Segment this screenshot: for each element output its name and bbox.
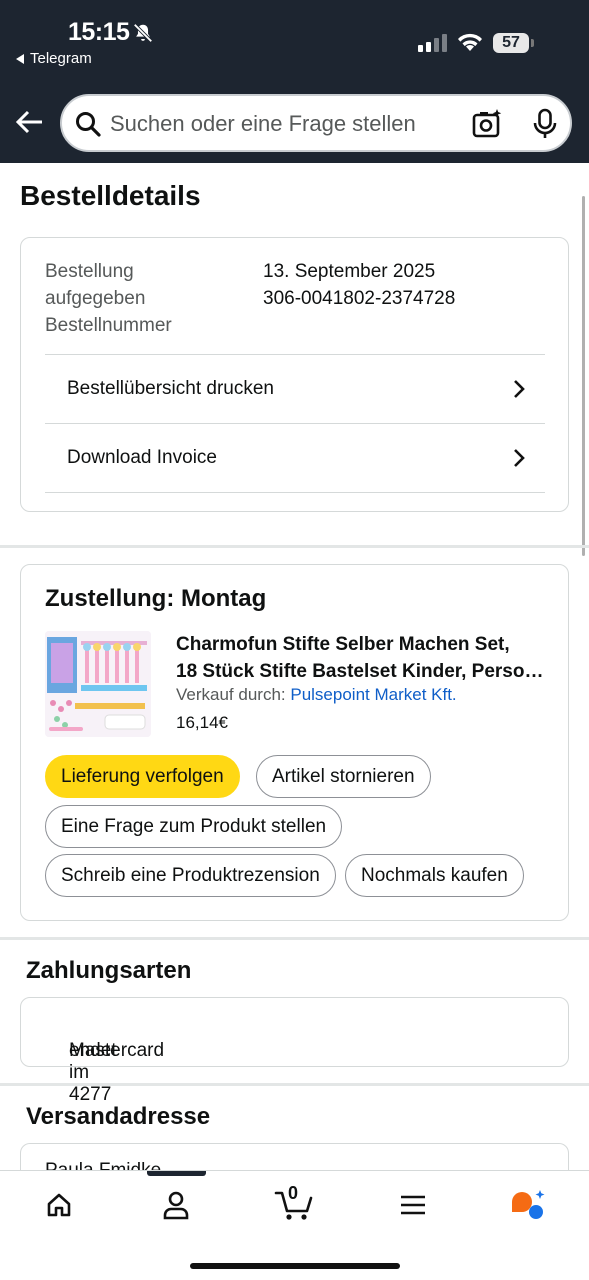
product-price: 16,14€ — [176, 713, 228, 732]
product-title-line-2[interactable]: 18 Stück Stifte Bastelset Kinder, Person… — [176, 658, 548, 685]
silent-bell-icon — [133, 23, 153, 43]
buy-again-button[interactable]: Nochmals kaufen — [345, 854, 524, 897]
order-details-card: Bestellung aufgegeben Bestellnummer 13. … — [20, 237, 569, 512]
search-icon — [76, 112, 101, 137]
active-tab-indicator — [147, 1171, 206, 1176]
assistant-chat-icon — [512, 1190, 545, 1219]
back-arrow-icon[interactable] — [14, 106, 46, 138]
order-date: 13. September 2025 — [263, 261, 436, 282]
battery-indicator: 57 — [493, 33, 534, 53]
ask-question-button[interactable]: Eine Frage zum Produkt stellen — [45, 805, 343, 848]
back-triangle-icon — [16, 53, 24, 64]
home-tab[interactable] — [39, 1185, 79, 1225]
download-invoice-label: Download Invoice — [67, 446, 217, 468]
camera-search-icon[interactable] — [471, 108, 503, 140]
product-title-line-1[interactable]: Charmofun Stifte Selber Machen Set, — [176, 631, 548, 658]
bottom-navigation: 0 — [0, 1170, 589, 1280]
seller-info: Verkauf durch: Pulsepoint Market Kft. — [176, 685, 457, 705]
delivery-heading: Zustellung: Montag — [45, 585, 267, 612]
track-delivery-button[interactable]: Lieferung verfolgen — [45, 755, 240, 798]
cellular-signal-icon — [418, 34, 447, 52]
order-number: 306-0041802-2374728 — [263, 288, 456, 309]
order-date-label: Bestellung aufgegeben — [45, 261, 146, 309]
top-bar: 15:15 Telegram 57 — [0, 0, 589, 163]
shipping-heading: Versandadresse — [26, 1103, 211, 1130]
search-bar — [60, 94, 572, 152]
write-review-button[interactable]: Schreib eine Produktrezension — [45, 854, 336, 897]
cart-tab[interactable]: 0 — [272, 1183, 316, 1225]
status-time: 15:15 — [68, 18, 130, 46]
divider — [45, 492, 545, 493]
home-indicator — [190, 1263, 400, 1269]
print-order-link[interactable]: Bestellübersicht drucken — [45, 354, 545, 422]
chevron-right-icon — [514, 449, 525, 467]
page-title: Bestelldetails — [20, 180, 201, 211]
order-values: 13. September 2025 306-0041802-2374728 — [263, 258, 455, 312]
payment-heading: Zahlungsarten — [26, 957, 192, 984]
home-icon — [47, 1193, 71, 1217]
section-divider — [0, 545, 589, 548]
product-thumbnail-graphic — [45, 631, 151, 737]
product-image[interactable] — [45, 631, 151, 737]
order-labels: Bestellung aufgegeben Bestellnummer — [45, 258, 215, 339]
payment-ending: endet im 4277 — [69, 1040, 117, 1105]
cart-count: 0 — [288, 1183, 299, 1203]
delivery-card: Zustellung: Montag Charmofun Stifte Selb… — [20, 564, 569, 921]
payment-card: Mastercard endet im 4277 — [20, 997, 569, 1105]
chevron-right-icon — [514, 380, 525, 398]
seller-label: Verkauf durch: — [176, 685, 286, 704]
user-icon — [163, 1191, 189, 1220]
order-number-label: Bestellnummer — [45, 315, 172, 336]
scrollbar[interactable] — [582, 196, 585, 556]
menu-icon — [401, 1195, 425, 1215]
section-divider — [0, 1083, 589, 1086]
cancel-item-button[interactable]: Artikel stornieren — [256, 755, 431, 798]
seller-link[interactable]: Pulsepoint Market Kft. — [290, 685, 456, 704]
print-order-label: Bestellübersicht drucken — [67, 377, 274, 399]
back-to-app-link[interactable]: Telegram — [16, 50, 92, 67]
section-divider — [0, 937, 589, 940]
menu-tab[interactable] — [393, 1185, 433, 1225]
search-input[interactable] — [110, 108, 450, 140]
payment-method: Mastercard endet im 4277 — [45, 1019, 164, 1105]
download-invoice-link[interactable]: Download Invoice — [45, 423, 545, 491]
account-tab[interactable] — [156, 1185, 196, 1225]
wifi-icon — [458, 33, 482, 51]
rufus-assistant-tab[interactable] — [508, 1185, 548, 1225]
back-app-label: Telegram — [30, 50, 92, 67]
microphone-icon[interactable] — [530, 108, 560, 140]
